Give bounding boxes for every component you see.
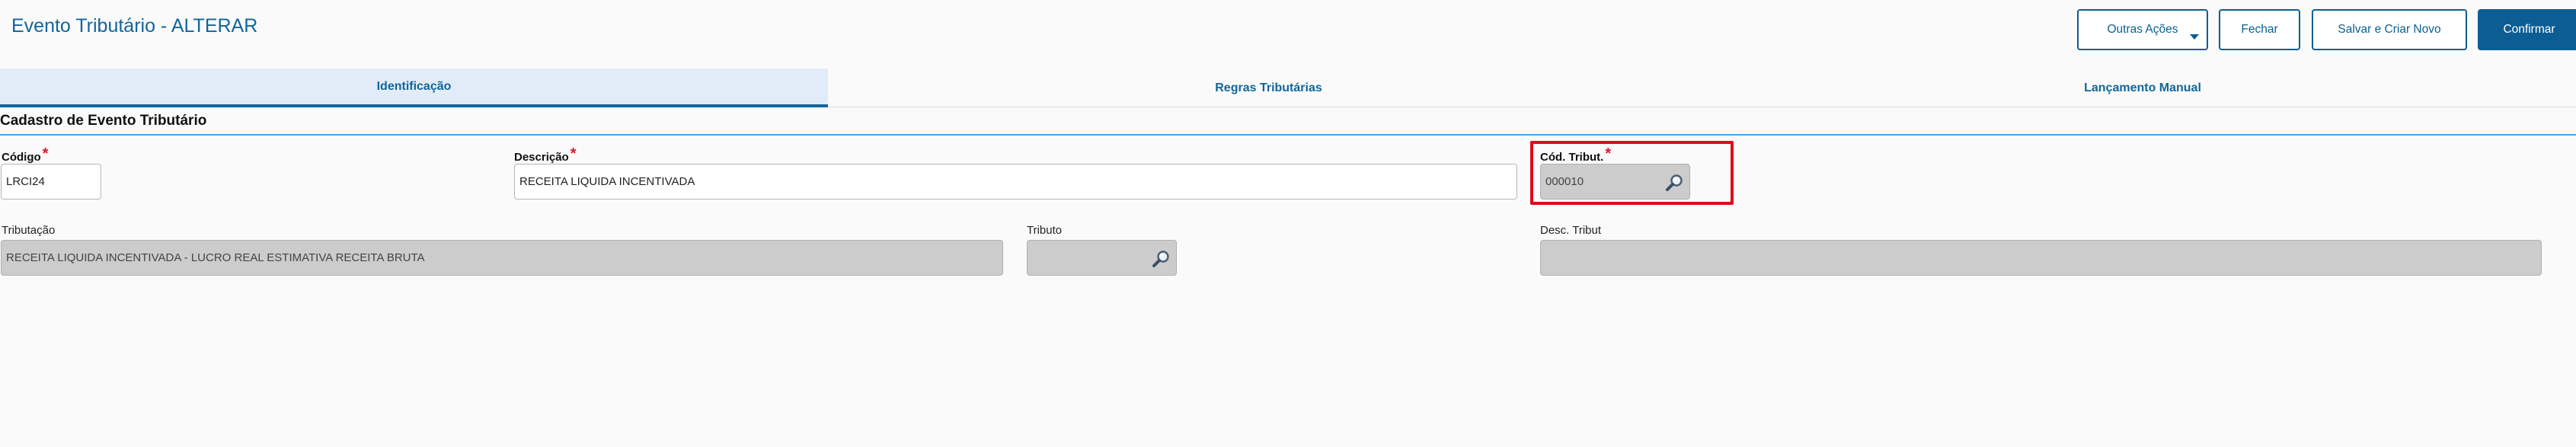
descricao-required-mark: * — [570, 145, 577, 162]
tab-bar: Identificação Regras Tributárias Lançame… — [0, 69, 2576, 107]
tributo-label: Tributo — [1027, 224, 1063, 237]
highlight-box — [1530, 141, 1734, 205]
tributacao-field[interactable]: RECEITA LIQUIDA INCENTIVADA - LUCRO REAL… — [1, 240, 1003, 276]
tab-regras-tributarias[interactable]: Regras Tributárias — [828, 69, 1709, 107]
tributacao-label: Tributação — [2, 224, 56, 237]
confirmar-button[interactable]: Confirmar — [2478, 9, 2576, 50]
section-divider — [0, 134, 2576, 136]
caret-down-icon — [2190, 34, 2199, 40]
tributo-field[interactable] — [1027, 240, 1177, 276]
salvar-criar-novo-button[interactable]: Salvar e Criar Novo — [2312, 9, 2467, 50]
fechar-button[interactable]: Fechar — [2219, 9, 2300, 50]
desc-tribut-field[interactable] — [1540, 240, 2542, 276]
descricao-label: Descrição * — [514, 145, 577, 165]
page-title: Evento Tributário - ALTERAR — [11, 15, 258, 37]
tab-identificacao[interactable]: Identificação — [0, 69, 828, 107]
tab-lancamento-manual[interactable]: Lançamento Manual — [1709, 69, 2576, 107]
codigo-label: Código * — [2, 145, 49, 165]
section-title: Cadastro de Evento Tributário — [0, 113, 207, 129]
desc-tribut-label: Desc. Tribut — [1540, 224, 1602, 237]
codigo-required-mark: * — [42, 145, 49, 162]
descricao-label-text: Descrição — [514, 151, 569, 164]
search-magnifier-icon[interactable] — [1152, 250, 1171, 268]
outras-acoes-label: Outras Ações — [2107, 23, 2178, 36]
descricao-field[interactable]: RECEITA LIQUIDA INCENTIVADA — [514, 164, 1517, 200]
outras-acoes-button[interactable]: Outras Ações — [2077, 9, 2208, 50]
codigo-label-text: Código — [2, 151, 41, 164]
codigo-field[interactable]: LRCI24 — [1, 164, 101, 200]
